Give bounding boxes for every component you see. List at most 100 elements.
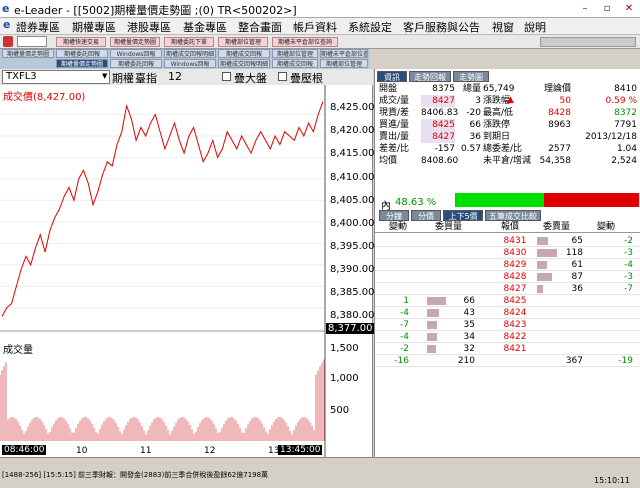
tab-compare[interactable]: 五筆成交比較	[485, 210, 541, 221]
ask-volume-bar	[537, 261, 547, 269]
quote-cell-r3-c3: 漲跌停	[483, 120, 511, 130]
sub-tab-2-windows[interactable]: Windows回報	[164, 59, 216, 68]
quote-cell-r2-c1: 8406.83	[421, 108, 459, 118]
menu-securities[interactable]: 證券專區	[16, 19, 60, 35]
quote-cell-r3-c2: 66	[469, 120, 481, 130]
menu-service[interactable]: 客戶服務與公告	[403, 19, 480, 35]
tab-trend-report[interactable]: 走勢回報	[409, 71, 451, 82]
book-header-change: 變動	[389, 222, 408, 232]
quote-cell-r5-c3: 總委差/比	[483, 144, 523, 154]
quote-cell-r2-c5: 8372	[614, 108, 637, 118]
book-header-bidvol: 委買量	[435, 222, 463, 232]
quote-cell-r1-c0: 成交/量	[379, 96, 410, 106]
menu-hk[interactable]: 港股專區	[127, 19, 171, 35]
sub-tab-fill-detail[interactable]: 期權成交回報明細	[164, 49, 216, 58]
record-icon[interactable]	[3, 36, 13, 47]
status-time: 15:10:11	[594, 476, 630, 485]
current-price-tag: 8,377.00	[326, 323, 375, 334]
price-tick-8380: 8,380.00	[330, 310, 375, 321]
quote-cell-r3-c5: 7791	[614, 120, 637, 130]
ask-volume-bar	[537, 285, 543, 293]
quote-cell-r4-c5: 2013/12/18	[585, 132, 637, 142]
price-volume-chart[interactable]: 成交價(8,427.00) 8,425.00 8,420.00 8,415.00…	[0, 85, 375, 457]
chart-controls: TXFL3 ▼ 期權 臺指 12 疊大盤 疊壓根	[0, 69, 373, 85]
sub-tab-open-interest[interactable]: 期權未平倉部位查詢	[320, 49, 368, 58]
tab-top5[interactable]: 上下5價	[443, 210, 483, 221]
toolbar-tab-chart[interactable]: 期權量價走勢圖	[110, 37, 160, 47]
book-header-change2: 變動	[597, 222, 616, 232]
sub-tab-position[interactable]: 期權部位管理	[272, 49, 318, 58]
toolbar-tab-order[interactable]: 期權委託下單	[164, 37, 214, 47]
overlay-root-checkbox[interactable]	[278, 72, 287, 81]
toolbar: 期權快速交易 期權量價走勢圖 期權委託下單 期權部位管理 期權未平倉部位查詢	[0, 35, 640, 49]
price-label: 成交價(8,427.00)	[3, 92, 86, 103]
chart-grid	[0, 113, 325, 309]
tab-price[interactable]: 分價	[411, 210, 441, 221]
quote-cell-r3-c4: 8963	[548, 120, 571, 130]
quote-cell-r6-c0: 均價	[379, 156, 398, 166]
tab-trend-chart[interactable]: 走勢圖	[453, 71, 489, 82]
sub-tab-2-fill[interactable]: 期權成交回報	[272, 59, 318, 68]
sub-tab-2-position[interactable]: 期權部位管理	[320, 59, 368, 68]
field-count[interactable]: 12	[168, 70, 182, 83]
quick-input[interactable]	[17, 36, 47, 47]
tab-info[interactable]: 資訊	[377, 71, 407, 82]
ask-volume-bar	[537, 249, 557, 257]
field-index[interactable]: 臺指	[135, 70, 157, 86]
price-tick-8395: 8,395.00	[330, 241, 375, 252]
price-tick-8410: 8,410.00	[330, 172, 375, 183]
quote-cell-r2-c3: 最高/低	[483, 108, 514, 118]
sub-tab-bar: 期權量價走勢圖 期權委託回報 Windows回報 期權成交回報明細 期權成交回報…	[0, 49, 370, 69]
menu-bar: e 證券專區 期權專區 港股專區 基金專區 整合畫面 帳戶資料 系統設定 客戶服…	[0, 18, 640, 35]
minimize-button[interactable]: –	[574, 0, 596, 17]
overlay-index-checkbox[interactable]	[222, 72, 231, 81]
quote-cell-r6-c2	[457, 155, 481, 167]
price-line	[1, 101, 324, 317]
quote-cell-r4-c1: 8427	[421, 131, 455, 143]
quote-cell-r4-c2: 36	[469, 132, 481, 142]
sub-tab-2-order[interactable]: 期權委託回報	[110, 59, 162, 68]
toolbar-tab-fast-trade[interactable]: 期權快速交易	[56, 37, 106, 47]
quote-cell-r2-c0: 現貨/差	[379, 108, 410, 118]
menu-help[interactable]: 說明	[524, 19, 546, 35]
sub-tab-2-fill-detail[interactable]: 期權成交回報明細	[218, 59, 270, 68]
chevron-down-icon[interactable]: ▼	[102, 72, 107, 80]
close-button[interactable]: ✕	[618, 0, 640, 17]
book-header-price: 報價	[501, 222, 520, 232]
sub-tab-fill[interactable]: 期權成交回報	[218, 49, 270, 58]
bid-volume-bar	[427, 345, 436, 353]
toolbar-scroll[interactable]	[540, 37, 636, 47]
quote-cell-r2-c4: 8428	[548, 108, 571, 118]
price-tick-8390: 8,390.00	[330, 264, 375, 275]
maximize-button[interactable]: ▫	[596, 0, 618, 17]
up-arrow-icon: ▲	[507, 95, 514, 105]
time-tick-12: 12	[204, 446, 216, 456]
tab-minute[interactable]: 分鐘	[379, 210, 409, 221]
quote-cell-r5-c1: -157	[434, 144, 455, 154]
price-tick-8415: 8,415.00	[330, 148, 375, 159]
symbol-select[interactable]: TXFL3	[2, 70, 110, 84]
sub-tab-windows[interactable]: Windows回報	[110, 49, 162, 58]
title-bar: e e-Leader - [[5002]期權量價走勢圖 ;(0) TR<5002…	[0, 0, 640, 18]
quote-cell-r3-c1: 8425	[421, 119, 455, 131]
quote-cell-r6-c5: 2,524	[611, 156, 637, 166]
menu-funds[interactable]: 基金專區	[183, 19, 227, 35]
toolbar-tab-open-interest[interactable]: 期權未平倉部位查詢	[272, 37, 338, 47]
quote-cell-r5-c4: 2577	[548, 144, 571, 154]
time-start: 08:46:00	[2, 445, 47, 455]
quote-cell-r0-c1: 8375	[432, 84, 455, 94]
menu-account[interactable]: 帳戶資料	[293, 19, 337, 35]
price-tick-8385: 8,385.00	[330, 287, 375, 298]
quote-cell-r1-c3: 漲跌幅	[483, 96, 511, 106]
sub-tab-chart[interactable]: 期權量價走勢圖	[2, 49, 54, 58]
menu-options[interactable]: 期權專區	[72, 19, 116, 35]
toolbar-tab-position[interactable]: 期權部位管理	[218, 37, 268, 47]
sub-tab-active-chart[interactable]: 期權量價走勢圖	[56, 59, 108, 68]
menu-integrated[interactable]: 整合畫面	[238, 19, 282, 35]
menu-settings[interactable]: 系統設定	[348, 19, 392, 35]
quote-cell-r4-c4	[527, 131, 571, 143]
menu-window[interactable]: 視窗	[492, 19, 514, 35]
price-tick-8425: 8,425.00	[330, 102, 375, 113]
sub-tab-order-report[interactable]: 期權委託回報	[56, 49, 108, 58]
field-type[interactable]: 期權	[112, 70, 134, 86]
